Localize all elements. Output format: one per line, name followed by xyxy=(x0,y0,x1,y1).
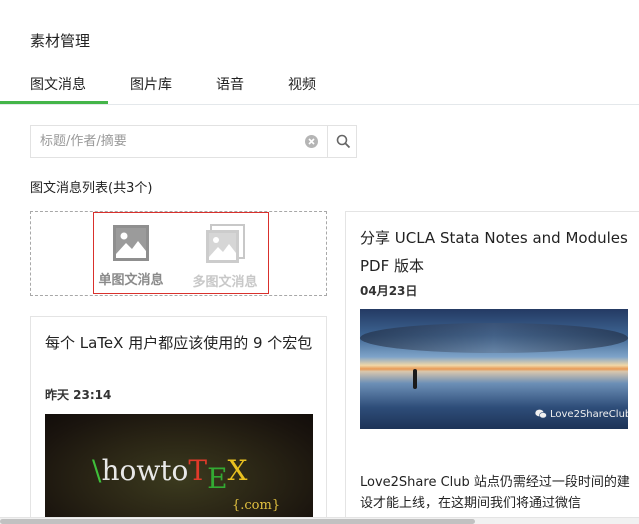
image-icon xyxy=(113,225,149,261)
multi-news-label: 多图文消息 xyxy=(192,275,258,290)
single-news-label: 单图文消息 xyxy=(98,273,164,288)
wechat-icon xyxy=(535,409,547,419)
card-date: 04月23日 xyxy=(360,284,418,298)
clear-icon[interactable] xyxy=(304,134,319,149)
news-card[interactable]: 分享 UCLA Stata Notes and Modules PDF 版本 0… xyxy=(345,211,639,524)
tab-news[interactable]: 图文消息 xyxy=(0,74,108,104)
tab-images[interactable]: 图片库 xyxy=(130,74,172,94)
create-single-news-button[interactable]: 单图文消息 xyxy=(91,224,171,288)
watermark: Love2ShareClub xyxy=(535,409,628,420)
images-icon xyxy=(206,224,245,263)
cloud-band xyxy=(360,323,628,353)
create-multi-news-button[interactable]: 多图文消息 xyxy=(185,224,265,290)
person-silhouette xyxy=(413,369,417,389)
card-thumbnail: Love2ShareClub xyxy=(360,309,628,429)
search-button[interactable] xyxy=(327,126,357,157)
list-title: 图文消息列表(共3个) xyxy=(30,181,153,196)
search-input[interactable] xyxy=(31,126,321,157)
card-title: 分享 UCLA Stata Notes and Modules PDF 版本 xyxy=(360,229,628,275)
search-icon xyxy=(336,134,351,149)
card-thumbnail: \howtoTEX {.com} xyxy=(45,414,313,524)
news-card[interactable]: 每个 LaTeX 用户都应该使用的 9 个宏包 昨天 23:14 \howtoT… xyxy=(30,316,327,524)
howtotex-logo: \howtoTEX xyxy=(92,454,248,495)
create-area: 单图文消息 多图文消息 xyxy=(30,211,327,296)
card-description: Love2Share Club 站点仍需经过一段时间的建设才能上线，在这期间我们… xyxy=(360,475,630,511)
tab-voice[interactable]: 语音 xyxy=(216,74,244,94)
card-date: 昨天 23:14 xyxy=(45,388,112,402)
scrollbar-thumb[interactable] xyxy=(0,519,475,524)
tab-video[interactable]: 视频 xyxy=(288,74,316,94)
search-box xyxy=(30,125,357,158)
logo-subtext: {.com} xyxy=(232,498,281,513)
horizontal-scrollbar[interactable] xyxy=(0,517,639,524)
card-title: 每个 LaTeX 用户都应该使用的 9 个宏包 xyxy=(45,334,313,352)
tab-bar: 图文消息 图片库 语音 视频 xyxy=(0,64,639,105)
page-title: 素材管理 xyxy=(30,32,91,50)
